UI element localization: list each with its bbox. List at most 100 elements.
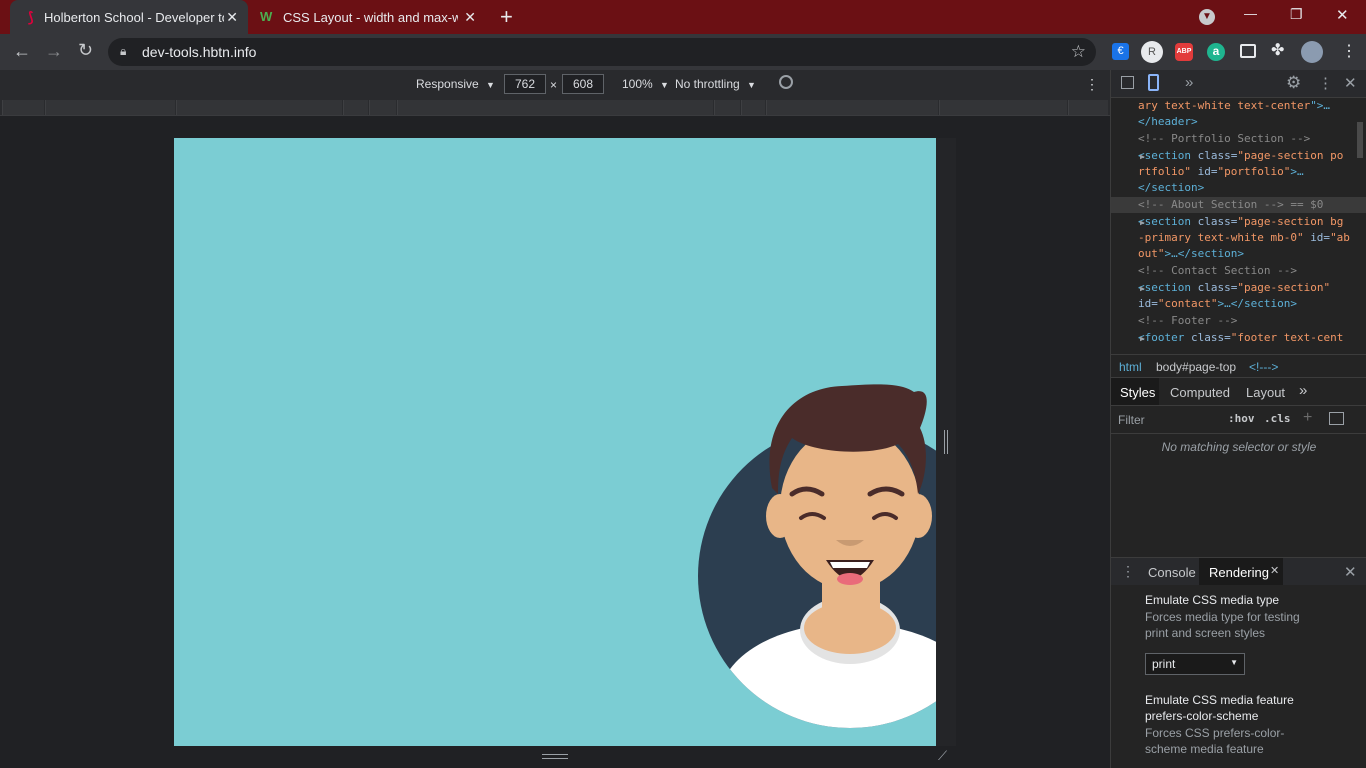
dom-node-line[interactable]: <!-- Footer --> (1138, 313, 1237, 329)
throttling-label: No throttling (675, 77, 740, 91)
styles-tabbar: Styles Computed Layout » (1111, 378, 1366, 406)
dom-node-line[interactable]: -primary text-white mb-0" id="ab (1138, 230, 1350, 246)
reload-icon[interactable]: ↻ (78, 40, 93, 61)
dom-node-line[interactable]: <section class="page-section" (1138, 280, 1330, 296)
width-input[interactable]: 762 (504, 74, 546, 94)
media-query-bar[interactable] (369, 100, 396, 115)
toggle-sidebar-icon[interactable] (1329, 412, 1344, 425)
expand-triangle-icon[interactable]: ▶ (1140, 284, 1145, 293)
media-icon[interactable] (1240, 44, 1256, 58)
dom-token: "page-section po (1237, 149, 1344, 162)
close-tab-icon[interactable]: ✕ (464, 9, 476, 26)
rotate-icon[interactable] (779, 75, 793, 89)
media-query-bar[interactable] (2, 100, 44, 115)
bookmark-star-icon[interactable]: ☆ (1071, 42, 1086, 62)
expand-triangle-icon[interactable]: ▶ (1140, 152, 1145, 161)
tab-css-layout[interactable]: W CSS Layout - width and max-width ✕ (250, 0, 486, 34)
cls-toggle[interactable]: .cls (1264, 412, 1291, 425)
close-devtools-icon[interactable]: ✕ (1344, 74, 1357, 92)
device-toggle-icon[interactable] (1148, 74, 1159, 91)
close-tab-icon[interactable]: ✕ (226, 9, 238, 26)
resize-handle-right[interactable] (944, 430, 948, 454)
media-query-bar[interactable] (714, 100, 740, 115)
expand-triangle-icon[interactable]: ▶ (1140, 334, 1145, 343)
media-query-bar[interactable] (766, 100, 938, 115)
dom-token: <section (1138, 149, 1198, 162)
viewport-scrollbar[interactable] (936, 138, 956, 746)
resize-handle-bottom[interactable] (542, 754, 568, 759)
minimize-button[interactable]: — (1244, 6, 1257, 21)
tab-holberton[interactable]: ⟆ Holberton School - Developer tools ✕ (10, 0, 248, 34)
adblock-icon[interactable]: ABP (1175, 43, 1193, 61)
close-tab-icon[interactable]: ✕ (1270, 564, 1279, 577)
tab-rendering[interactable]: Rendering ✕ (1199, 558, 1283, 585)
back-icon[interactable]: ← (13, 41, 31, 62)
media-query-bar[interactable] (343, 100, 368, 115)
avatar-illustration (698, 384, 936, 728)
tab-title: Holberton School - Developer tools (44, 10, 224, 25)
dom-node-line[interactable]: <section class="page-section po (1138, 148, 1343, 164)
dom-node-line[interactable]: </section> (1138, 180, 1204, 196)
emulated-page (174, 138, 936, 746)
tab-layout[interactable]: Layout (1246, 385, 1285, 400)
styles-filter-input[interactable]: Filter (1118, 413, 1145, 427)
menu-icon[interactable]: ⋮ (1341, 41, 1357, 61)
more-panels-icon[interactable]: » (1299, 382, 1307, 399)
more-options-icon[interactable]: ⋮ (1085, 76, 1099, 93)
dom-node-line[interactable]: <!-- Portfolio Section --> (1138, 131, 1310, 147)
resize-handle-corner[interactable]: ⟋ (938, 748, 947, 764)
puzzle-icon[interactable]: ✤ (1271, 40, 1284, 60)
profile-r-icon[interactable]: R (1141, 41, 1163, 63)
close-window-button[interactable]: ✕ (1336, 6, 1349, 24)
maximize-button[interactable]: ❐ (1290, 6, 1303, 23)
teeth (830, 562, 870, 568)
dom-node-line[interactable]: out">…</section> (1138, 246, 1244, 262)
drawer-menu-icon[interactable]: ⋮ (1121, 563, 1135, 580)
tab-search-icon[interactable]: ▼ (1199, 9, 1215, 25)
tab-console[interactable]: Console (1148, 565, 1196, 580)
height-input[interactable]: 608 (562, 74, 604, 94)
devtools-panel: » ⚙ ⋮ ✕ ary text-white text-center">… </h… (1110, 70, 1366, 768)
breadcrumb-html[interactable]: html (1119, 360, 1142, 374)
tab-computed[interactable]: Computed (1170, 385, 1230, 400)
dom-node-line[interactable]: rtfolio" id="portfolio">… (1138, 164, 1304, 180)
more-tabs-icon[interactable]: » (1185, 74, 1193, 91)
avatar[interactable] (1301, 41, 1323, 63)
breadcrumb-comment[interactable]: <!---> (1249, 360, 1278, 374)
dom-node-line[interactable]: </header> (1138, 114, 1198, 130)
devtools-scrollbar[interactable] (1357, 122, 1363, 158)
zoom-select[interactable]: 100% ▼ (622, 77, 669, 91)
responsive-select[interactable]: Responsive ▼ (416, 77, 495, 91)
dom-node-line[interactable]: <!-- Contact Section --> (1138, 263, 1297, 279)
close-drawer-icon[interactable]: ✕ (1344, 563, 1357, 581)
euro-icon[interactable]: € (1112, 43, 1129, 60)
dom-node-line[interactable]: <section class="page-section bg (1138, 214, 1343, 230)
new-rule-icon[interactable]: + (1303, 409, 1312, 427)
expand-triangle-icon[interactable]: ▶ (1140, 218, 1145, 227)
dom-token: "portfolio" (1217, 165, 1291, 178)
media-query-bar[interactable] (1068, 100, 1108, 115)
media-type-select[interactable]: print ▼ (1145, 653, 1245, 675)
hov-toggle[interactable]: :hov (1228, 412, 1255, 425)
inspect-element-icon[interactable] (1121, 76, 1134, 89)
a-icon[interactable]: a (1207, 43, 1225, 61)
dom-node-line[interactable]: <!-- About Section --> == $0 (1111, 197, 1366, 213)
dom-node-line[interactable]: <footer class="footer text-cent (1138, 330, 1343, 346)
media-query-bar[interactable] (939, 100, 1067, 115)
tab-styles[interactable]: Styles (1111, 378, 1159, 405)
chevron-down-icon: ▼ (660, 80, 669, 90)
devtools-menu-icon[interactable]: ⋮ (1318, 74, 1333, 92)
dom-node-line[interactable]: ary text-white text-center">… (1138, 98, 1330, 114)
new-tab-button[interactable]: + (500, 4, 513, 30)
breadcrumb-body[interactable]: body#page-top (1156, 360, 1236, 374)
dom-node-line[interactable]: id="contact">…</section> (1138, 296, 1297, 312)
address-bar[interactable]: 🔒︎ dev-tools.hbtn.info ☆ (108, 38, 1096, 66)
media-query-bar[interactable] (397, 100, 713, 115)
media-query-bar[interactable] (45, 100, 175, 115)
forward-icon[interactable]: → (45, 41, 63, 62)
chevron-down-icon: ▼ (747, 80, 756, 90)
media-query-bar[interactable] (176, 100, 342, 115)
media-query-bar[interactable] (741, 100, 765, 115)
throttling-select[interactable]: No throttling ▼ (675, 77, 756, 91)
settings-gear-icon[interactable]: ⚙ (1286, 73, 1301, 93)
